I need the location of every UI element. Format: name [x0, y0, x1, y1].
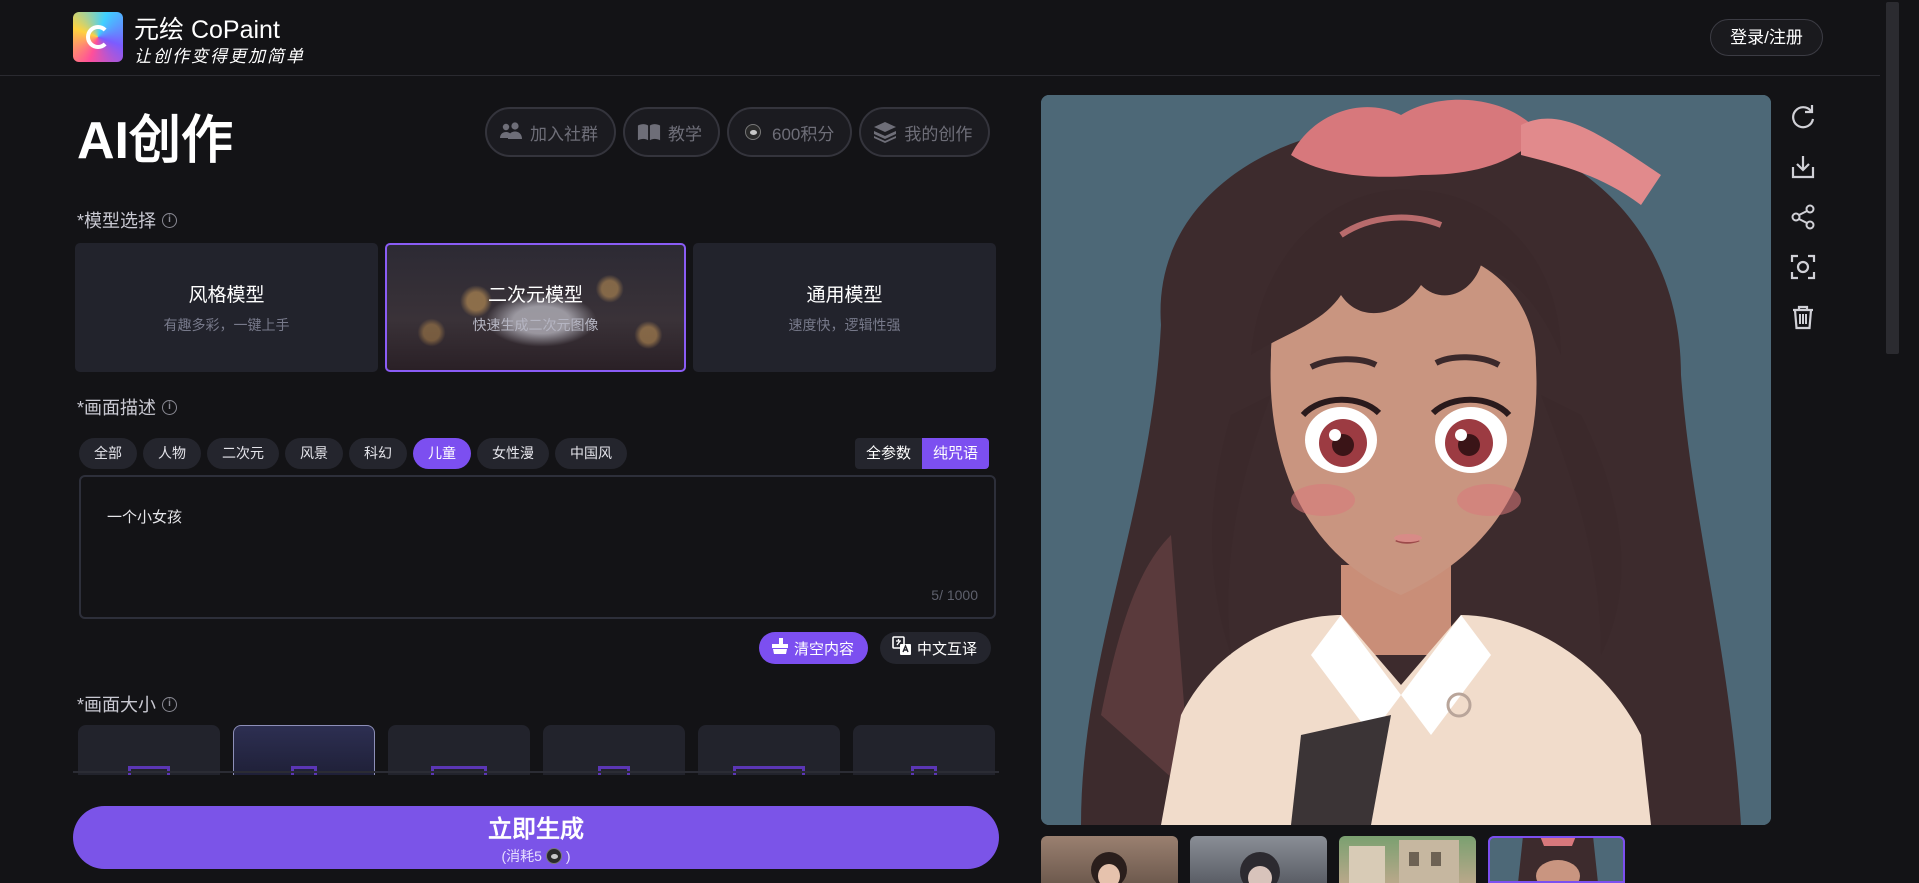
prompt-mode-toggle: 全参数 纯咒语	[855, 438, 990, 469]
panel-divider	[73, 771, 999, 773]
model-option-general[interactable]: 通用模型 速度快，逻辑性强	[693, 243, 996, 372]
prompt-tag-list: 全部 人物 二次元 风景 科幻 儿童 女性漫 中国风	[79, 438, 627, 469]
generated-image[interactable]	[1041, 95, 1771, 825]
trash-icon[interactable]	[1787, 303, 1819, 330]
size-option[interactable]	[388, 725, 530, 775]
model-option-subtitle: 有趣多彩，一键上手	[163, 317, 290, 333]
history-thumbnail[interactable]	[1339, 836, 1476, 883]
top-header: 元绘 CoPaint 让创作变得更加简单 登录/注册	[0, 0, 1880, 76]
generate-button[interactable]: 立即生成 (消耗5 )	[73, 806, 999, 869]
points-label: 600积分	[772, 124, 835, 144]
image-toolbar	[1787, 103, 1819, 330]
history-thumbnail[interactable]	[1190, 836, 1327, 883]
history-thumbnails	[1041, 836, 1625, 883]
screenshot-icon[interactable]	[1787, 253, 1819, 280]
history-thumbnail-selected[interactable]	[1488, 836, 1625, 883]
anime-girl-illustration	[1041, 95, 1771, 825]
model-options: 风格模型 有趣多彩，一键上手 二次元模型 快速生成二次元图像 通用模型 速度快，…	[75, 243, 996, 372]
size-option-selected[interactable]	[233, 725, 375, 775]
prompt-input[interactable]: 一个小女孩 5/ 1000	[79, 475, 996, 619]
history-thumbnail[interactable]	[1041, 836, 1178, 883]
join-community-button[interactable]: 加入社群	[485, 107, 616, 157]
prompt-label-text: *画面描述	[77, 398, 157, 418]
top-action-bar: 加入社群 教学 600积分 我的创作	[485, 107, 991, 157]
brand-slogan: 让创作变得更加简单	[134, 47, 305, 67]
size-label-text: *画面大小	[77, 695, 157, 715]
share-icon[interactable]	[1787, 203, 1819, 230]
info-icon[interactable]: i	[162, 696, 178, 712]
my-creations-button[interactable]: 我的创作	[859, 107, 991, 157]
model-option-title: 通用模型	[806, 285, 883, 306]
model-option-title: 风格模型	[188, 285, 265, 306]
tag-chinese-style[interactable]: 中国风	[555, 438, 627, 469]
book-icon	[637, 120, 661, 144]
eraser-icon	[771, 637, 789, 659]
generate-cost-suffix: )	[565, 848, 571, 864]
clear-content-button[interactable]: 清空内容	[759, 632, 869, 664]
size-option[interactable]	[543, 725, 685, 775]
copaint-logo[interactable]	[73, 12, 123, 62]
users-icon	[499, 120, 523, 144]
size-option[interactable]	[698, 725, 840, 775]
tag-all[interactable]: 全部	[79, 438, 137, 469]
translate-button[interactable]: 中文互译	[880, 632, 992, 664]
coin-icon	[741, 120, 765, 144]
generate-cost: (消耗5 )	[501, 846, 571, 866]
login-register-button[interactable]: 登录/注册	[1710, 19, 1823, 56]
coin-icon	[545, 848, 562, 864]
model-label-text: *模型选择	[77, 211, 157, 231]
tutorial-label: 教学	[668, 124, 702, 144]
prompt-char-counter: 5/ 1000	[931, 587, 978, 603]
model-option-anime[interactable]: 二次元模型 快速生成二次元图像	[385, 243, 686, 372]
scrollbar-thumb[interactable]	[1886, 2, 1899, 354]
mode-pure-prompt[interactable]: 纯咒语	[922, 438, 990, 469]
model-option-subtitle: 速度快，逻辑性强	[788, 317, 901, 333]
tag-children[interactable]: 儿童	[413, 438, 471, 469]
size-option[interactable]	[78, 725, 220, 775]
model-option-title: 二次元模型	[487, 285, 583, 306]
size-section-label: *画面大小 i	[77, 691, 178, 717]
model-option-style[interactable]: 风格模型 有趣多彩，一键上手	[75, 243, 378, 372]
layers-icon	[873, 120, 897, 144]
brand-name: 元绘 CoPaint	[134, 16, 280, 44]
translate-icon	[892, 636, 912, 660]
model-section-label: *模型选择 i	[77, 207, 178, 233]
join-community-label: 加入社群	[530, 124, 598, 144]
size-options	[78, 725, 995, 775]
mode-full-params[interactable]: 全参数	[855, 438, 923, 469]
page-scrollbar[interactable]	[1882, 0, 1919, 883]
generate-cost-prefix: (消耗5	[501, 848, 542, 864]
tag-scenery[interactable]: 风景	[285, 438, 343, 469]
size-option[interactable]	[853, 725, 995, 775]
tag-anime[interactable]: 二次元	[207, 438, 279, 469]
model-option-subtitle: 快速生成二次元图像	[472, 317, 599, 333]
tag-scifi[interactable]: 科幻	[349, 438, 407, 469]
info-icon[interactable]: i	[162, 212, 178, 228]
my-creations-label: 我的创作	[904, 124, 973, 144]
prompt-text: 一个小女孩	[107, 509, 183, 526]
info-icon[interactable]: i	[162, 399, 178, 415]
tag-female-comic[interactable]: 女性漫	[477, 438, 549, 469]
download-icon[interactable]	[1787, 153, 1819, 180]
tutorial-button[interactable]: 教学	[623, 107, 720, 157]
generate-label: 立即生成	[488, 816, 584, 843]
refresh-icon[interactable]	[1787, 103, 1819, 130]
prompt-section-label: *画面描述 i	[77, 394, 178, 420]
prompt-actions: 清空内容 中文互译	[759, 632, 992, 664]
points-button[interactable]: 600积分	[727, 107, 853, 157]
page-title: AI创作	[77, 112, 234, 170]
translate-label: 中文互译	[917, 640, 978, 658]
tag-people[interactable]: 人物	[143, 438, 201, 469]
clear-content-label: 清空内容	[794, 640, 855, 658]
